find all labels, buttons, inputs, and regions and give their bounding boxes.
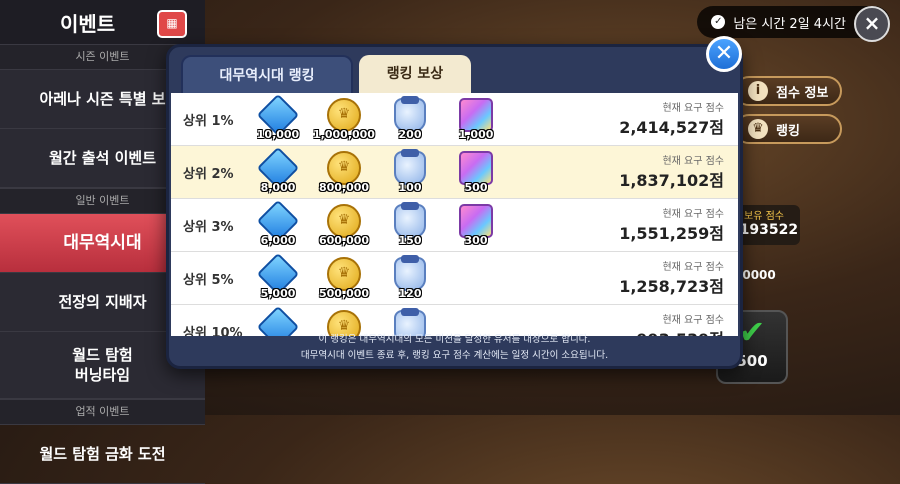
reward-row: 상위 2% 8,000 ♛ 800,000 100 500 현재 요구 점수 1,… <box>171 146 738 199</box>
coin-reward: ♛ 600,000 <box>311 200 377 250</box>
jar-icon <box>394 98 426 132</box>
gem-reward: 6,000 <box>245 199 311 250</box>
jar-icon <box>394 204 426 238</box>
required-score: 현재 요구 점수 2,414,527점 <box>619 103 724 137</box>
cube-icon <box>459 98 493 132</box>
reward-row: 상위 1% 10,000 ♛ 1,000,000 200 1,000 현재 요구 … <box>171 93 738 146</box>
coin-reward: ♛ 800,000 <box>311 147 377 197</box>
gem-reward: 5,000 <box>245 252 311 303</box>
rank-label: 상위 2% <box>183 166 234 182</box>
clock-icon: ✓ <box>711 15 726 29</box>
jar-icon <box>394 257 426 291</box>
jar-reward: 120 <box>377 253 443 303</box>
rank-label: 상위 5% <box>183 272 234 288</box>
gem-reward: 10,000 <box>245 93 311 144</box>
sidebar-title: 이벤트 <box>60 11 116 36</box>
cube-icon <box>459 204 493 238</box>
modal-tabs: 대무역시대 랭킹 랭킹 보상 <box>181 55 471 93</box>
coin-icon: ♛ <box>327 204 361 238</box>
jar-icon <box>394 151 426 185</box>
coin-icon: ♛ <box>327 98 361 132</box>
info-icon: i <box>748 81 768 101</box>
ranking-notice: 이 랭킹은 대무역시대의 모든 미션을 달성한 유저를 대상으로 합니다. 대무… <box>300 334 609 361</box>
coin-icon: ♛ <box>327 257 361 291</box>
jar-reward: 150 <box>377 200 443 250</box>
score-info-button[interactable]: i 점수 정보 <box>734 76 842 106</box>
cube-reward: 300 <box>443 200 509 250</box>
tab-ranking-reward[interactable]: 랭킹 보상 <box>359 55 471 93</box>
sidebar-header: 이벤트 ▦ <box>0 0 205 44</box>
gem-reward: 8,000 <box>245 146 311 197</box>
tab-trade-ranking[interactable]: 대무역시대 랭킹 <box>181 55 353 93</box>
reward-list[interactable]: 상위 1% 10,000 ♛ 1,000,000 200 1,000 현재 요구 … <box>171 93 738 336</box>
close-icon[interactable]: × <box>854 6 890 42</box>
coin-icon: ♛ <box>327 151 361 185</box>
ranking-button[interactable]: ♛ 랭킹 <box>734 114 842 144</box>
cube-icon <box>459 151 493 185</box>
reward-row: 상위 3% 6,000 ♛ 600,000 150 300 현재 요구 점수 1,… <box>171 199 738 252</box>
required-score: 현재 요구 점수 1,258,723점 <box>619 262 724 296</box>
required-score: 현재 요구 점수 1,837,102점 <box>619 156 724 190</box>
trophy-icon: ♛ <box>748 119 768 139</box>
jar-reward: 100 <box>377 147 443 197</box>
required-score: 현재 요구 점수 1,551,259점 <box>619 209 724 243</box>
calendar-icon[interactable]: ▦ <box>157 10 187 38</box>
rank-label: 상위 3% <box>183 219 234 235</box>
rank-label: 상위 1% <box>183 113 234 129</box>
jar-reward: 200 <box>377 94 443 144</box>
cube-reward: 1,000 <box>443 94 509 144</box>
ranking-reward-modal: 대무역시대 랭킹 랭킹 보상 상위 1% 10,000 ♛ 1,000,000 2… <box>166 44 743 369</box>
modal-close-icon[interactable]: ✕ <box>706 36 742 72</box>
coin-reward: ♛ 1,000,000 <box>311 94 377 144</box>
cube-reward: 500 <box>443 147 509 197</box>
sidebar-item-world-gold[interactable]: 월드 탐험 금화 도전 <box>0 425 205 484</box>
section-achievement: 업적 이벤트 <box>0 399 205 425</box>
reward-row: 상위 5% 5,000 ♛ 500,000 120 현재 요구 점수 1,258,… <box>171 252 738 305</box>
coin-reward: ♛ 500,000 <box>311 253 377 303</box>
